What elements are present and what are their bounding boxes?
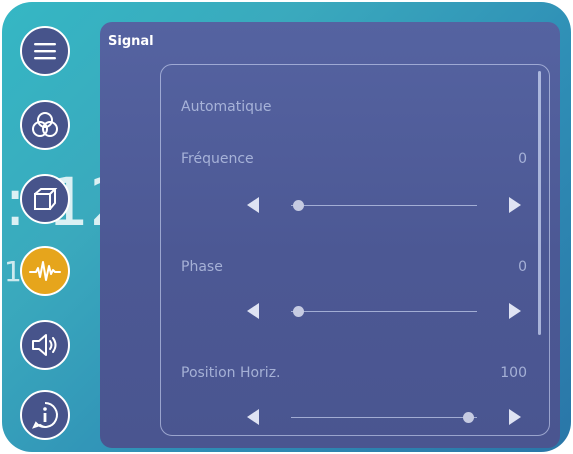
sidebar-signal-button[interactable] [20, 246, 70, 296]
frequence-decrease-button[interactable] [243, 195, 263, 215]
frequence-increase-button[interactable] [505, 195, 525, 215]
triangle-right-icon [509, 197, 521, 213]
position-horiz-increase-button[interactable] [505, 407, 525, 427]
cube-icon [34, 188, 58, 210]
speaker-icon [32, 334, 57, 356]
position-horiz-slider[interactable] [291, 412, 477, 423]
phase-increase-button[interactable] [505, 301, 525, 321]
position-horiz-value: 100 [500, 365, 527, 381]
app-frame: : 12 1, 0 [2, 2, 571, 452]
panel-title: Signal [108, 34, 154, 49]
info-icon [32, 402, 58, 429]
frequence-slider-thumb[interactable] [293, 200, 305, 211]
sidebar-sound-button[interactable] [20, 320, 70, 370]
sidebar-info-button[interactable] [20, 390, 70, 440]
position-horiz-label: Position Horiz. [181, 365, 281, 381]
sidebar-color-button[interactable] [20, 100, 70, 150]
frequence-label: Fréquence [181, 151, 254, 167]
frequence-value: 0 [518, 151, 527, 167]
triangle-left-icon [247, 409, 259, 425]
triangle-left-icon [247, 303, 259, 319]
triangle-right-icon [509, 303, 521, 319]
scrollbar[interactable] [538, 71, 541, 335]
phase-label: Phase [181, 259, 223, 275]
phase-decrease-button[interactable] [243, 301, 263, 321]
sidebar-menu-button[interactable] [20, 26, 70, 76]
signal-settings-list: Automatique Fréquence 0 Phase 0 Position… [160, 64, 550, 436]
signal-panel: Signal Automatique Fréquence 0 Phase 0 P… [100, 22, 560, 448]
phase-slider[interactable] [291, 306, 477, 317]
triangle-left-icon [247, 197, 259, 213]
color-circles-icon [32, 112, 58, 137]
position-horiz-slider-thumb[interactable] [462, 412, 474, 423]
hamburger-icon [34, 43, 56, 60]
phase-value: 0 [518, 259, 527, 275]
sidebar-screen-button[interactable] [20, 174, 70, 224]
triangle-right-icon [509, 409, 521, 425]
automatique-item[interactable]: Automatique [181, 99, 271, 115]
waveform-icon [29, 261, 61, 281]
phase-slider-thumb[interactable] [293, 306, 305, 317]
frequence-slider[interactable] [291, 200, 477, 211]
position-horiz-decrease-button[interactable] [243, 407, 263, 427]
